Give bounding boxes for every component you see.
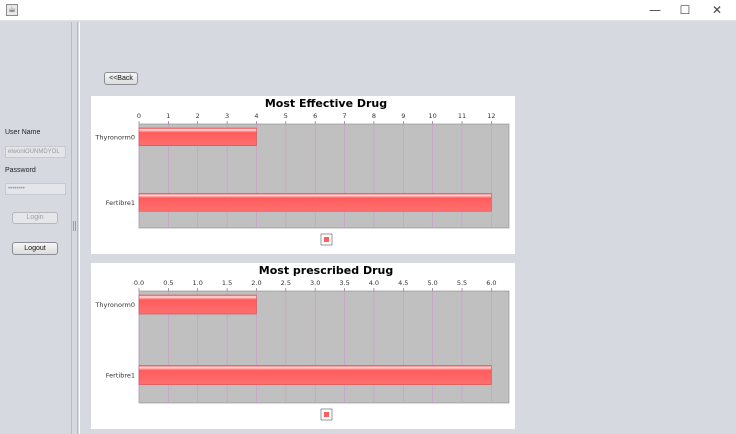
divider-grip-icon[interactable]	[73, 221, 76, 231]
tick-label: 3.5	[339, 279, 349, 287]
application-window: ☕ — ☐ ✕ User Name elwoniOUNMDYOL Passwor…	[0, 0, 736, 434]
chart-svg-prescribed: Most prescribed Drug 0.0 0.5 1.0 1.5 2.0 2.5 3.…	[94, 264, 510, 421]
split-pane-divider[interactable]	[72, 22, 78, 434]
bar-fertibre1	[138, 365, 492, 385]
tick-label: 3.0	[310, 279, 320, 287]
tick-label: 0.5	[163, 279, 173, 287]
tick-label: 4.0	[369, 279, 379, 287]
category-label: Thyronorm0	[94, 301, 135, 309]
bar-thyronorm0	[138, 294, 257, 315]
back-button[interactable]: <<Back	[104, 72, 138, 85]
category-label: Thyronorm0	[94, 133, 135, 141]
legend-swatch	[324, 237, 329, 242]
tick-label: 8	[372, 112, 376, 120]
tick-label: 6.0	[486, 279, 496, 287]
logout-button[interactable]: Logout	[12, 242, 58, 255]
bar-fertibre1	[138, 193, 492, 212]
tick-label: 10	[429, 112, 437, 120]
username-label: User Name	[5, 129, 41, 136]
most-prescribed-drug-chart: Most prescribed Drug 0.0 0.5 1.0 1.5 2.0 2.5 3.…	[91, 263, 515, 429]
tick-label: 1.0	[193, 279, 203, 287]
tick-label: 5.0	[427, 279, 437, 287]
tick-label: 1.5	[222, 279, 232, 287]
tick-label: 5.5	[457, 279, 467, 287]
legend-swatch	[324, 412, 329, 417]
main-panel: <<Back Most Effective Drug 0 1 2 3 4 5 6 7 8 9 10 11…	[79, 22, 731, 434]
password-label: Password	[5, 167, 36, 174]
login-panel: User Name elwoniOUNMDYOL Password ••••••…	[0, 22, 72, 434]
chart-title: Most Effective Drug	[265, 97, 387, 110]
tick-label: 6	[313, 112, 317, 120]
tick-label: 2.0	[251, 279, 261, 287]
tick-label: 5	[284, 112, 288, 120]
tick-label: 11	[458, 112, 466, 120]
category-label: Fertibre1	[106, 199, 135, 207]
tick-label: 4.5	[398, 279, 408, 287]
tick-label: 0	[137, 112, 141, 120]
title-bar: ☕ — ☐ ✕	[0, 0, 736, 21]
tick-label: 12	[487, 112, 495, 120]
category-label: Fertibre1	[106, 372, 135, 380]
close-button[interactable]: ✕	[702, 0, 732, 21]
tick-label: 2	[196, 112, 200, 120]
minimize-button[interactable]: —	[640, 0, 670, 21]
username-field[interactable]: elwoniOUNMDYOL	[5, 146, 66, 158]
tick-label: 9	[401, 112, 405, 120]
tick-label: 0.0	[134, 279, 144, 287]
password-field[interactable]: ••••••••	[5, 183, 66, 195]
tick-label: 7	[342, 112, 346, 120]
bar-thyronorm0	[138, 127, 257, 146]
tick-label: 1	[166, 112, 170, 120]
chart-title: Most prescribed Drug	[259, 264, 393, 277]
tick-label: 4	[254, 112, 258, 120]
java-cup-icon: ☕	[6, 4, 18, 16]
login-button[interactable]: Login	[12, 212, 58, 224]
chart-svg-effective: Most Effective Drug0 1 2 3 4 5 6 7 8 9 10 11 12Thyro…	[94, 97, 510, 246]
tick-label: 2.5	[281, 279, 291, 287]
most-effective-drug-chart: Most Effective Drug 0 1 2 3 4 5 6 7 8 9 10 11 12 Thyro…	[91, 96, 515, 254]
maximize-button[interactable]: ☐	[670, 0, 700, 21]
tick-label: 3	[225, 112, 229, 120]
